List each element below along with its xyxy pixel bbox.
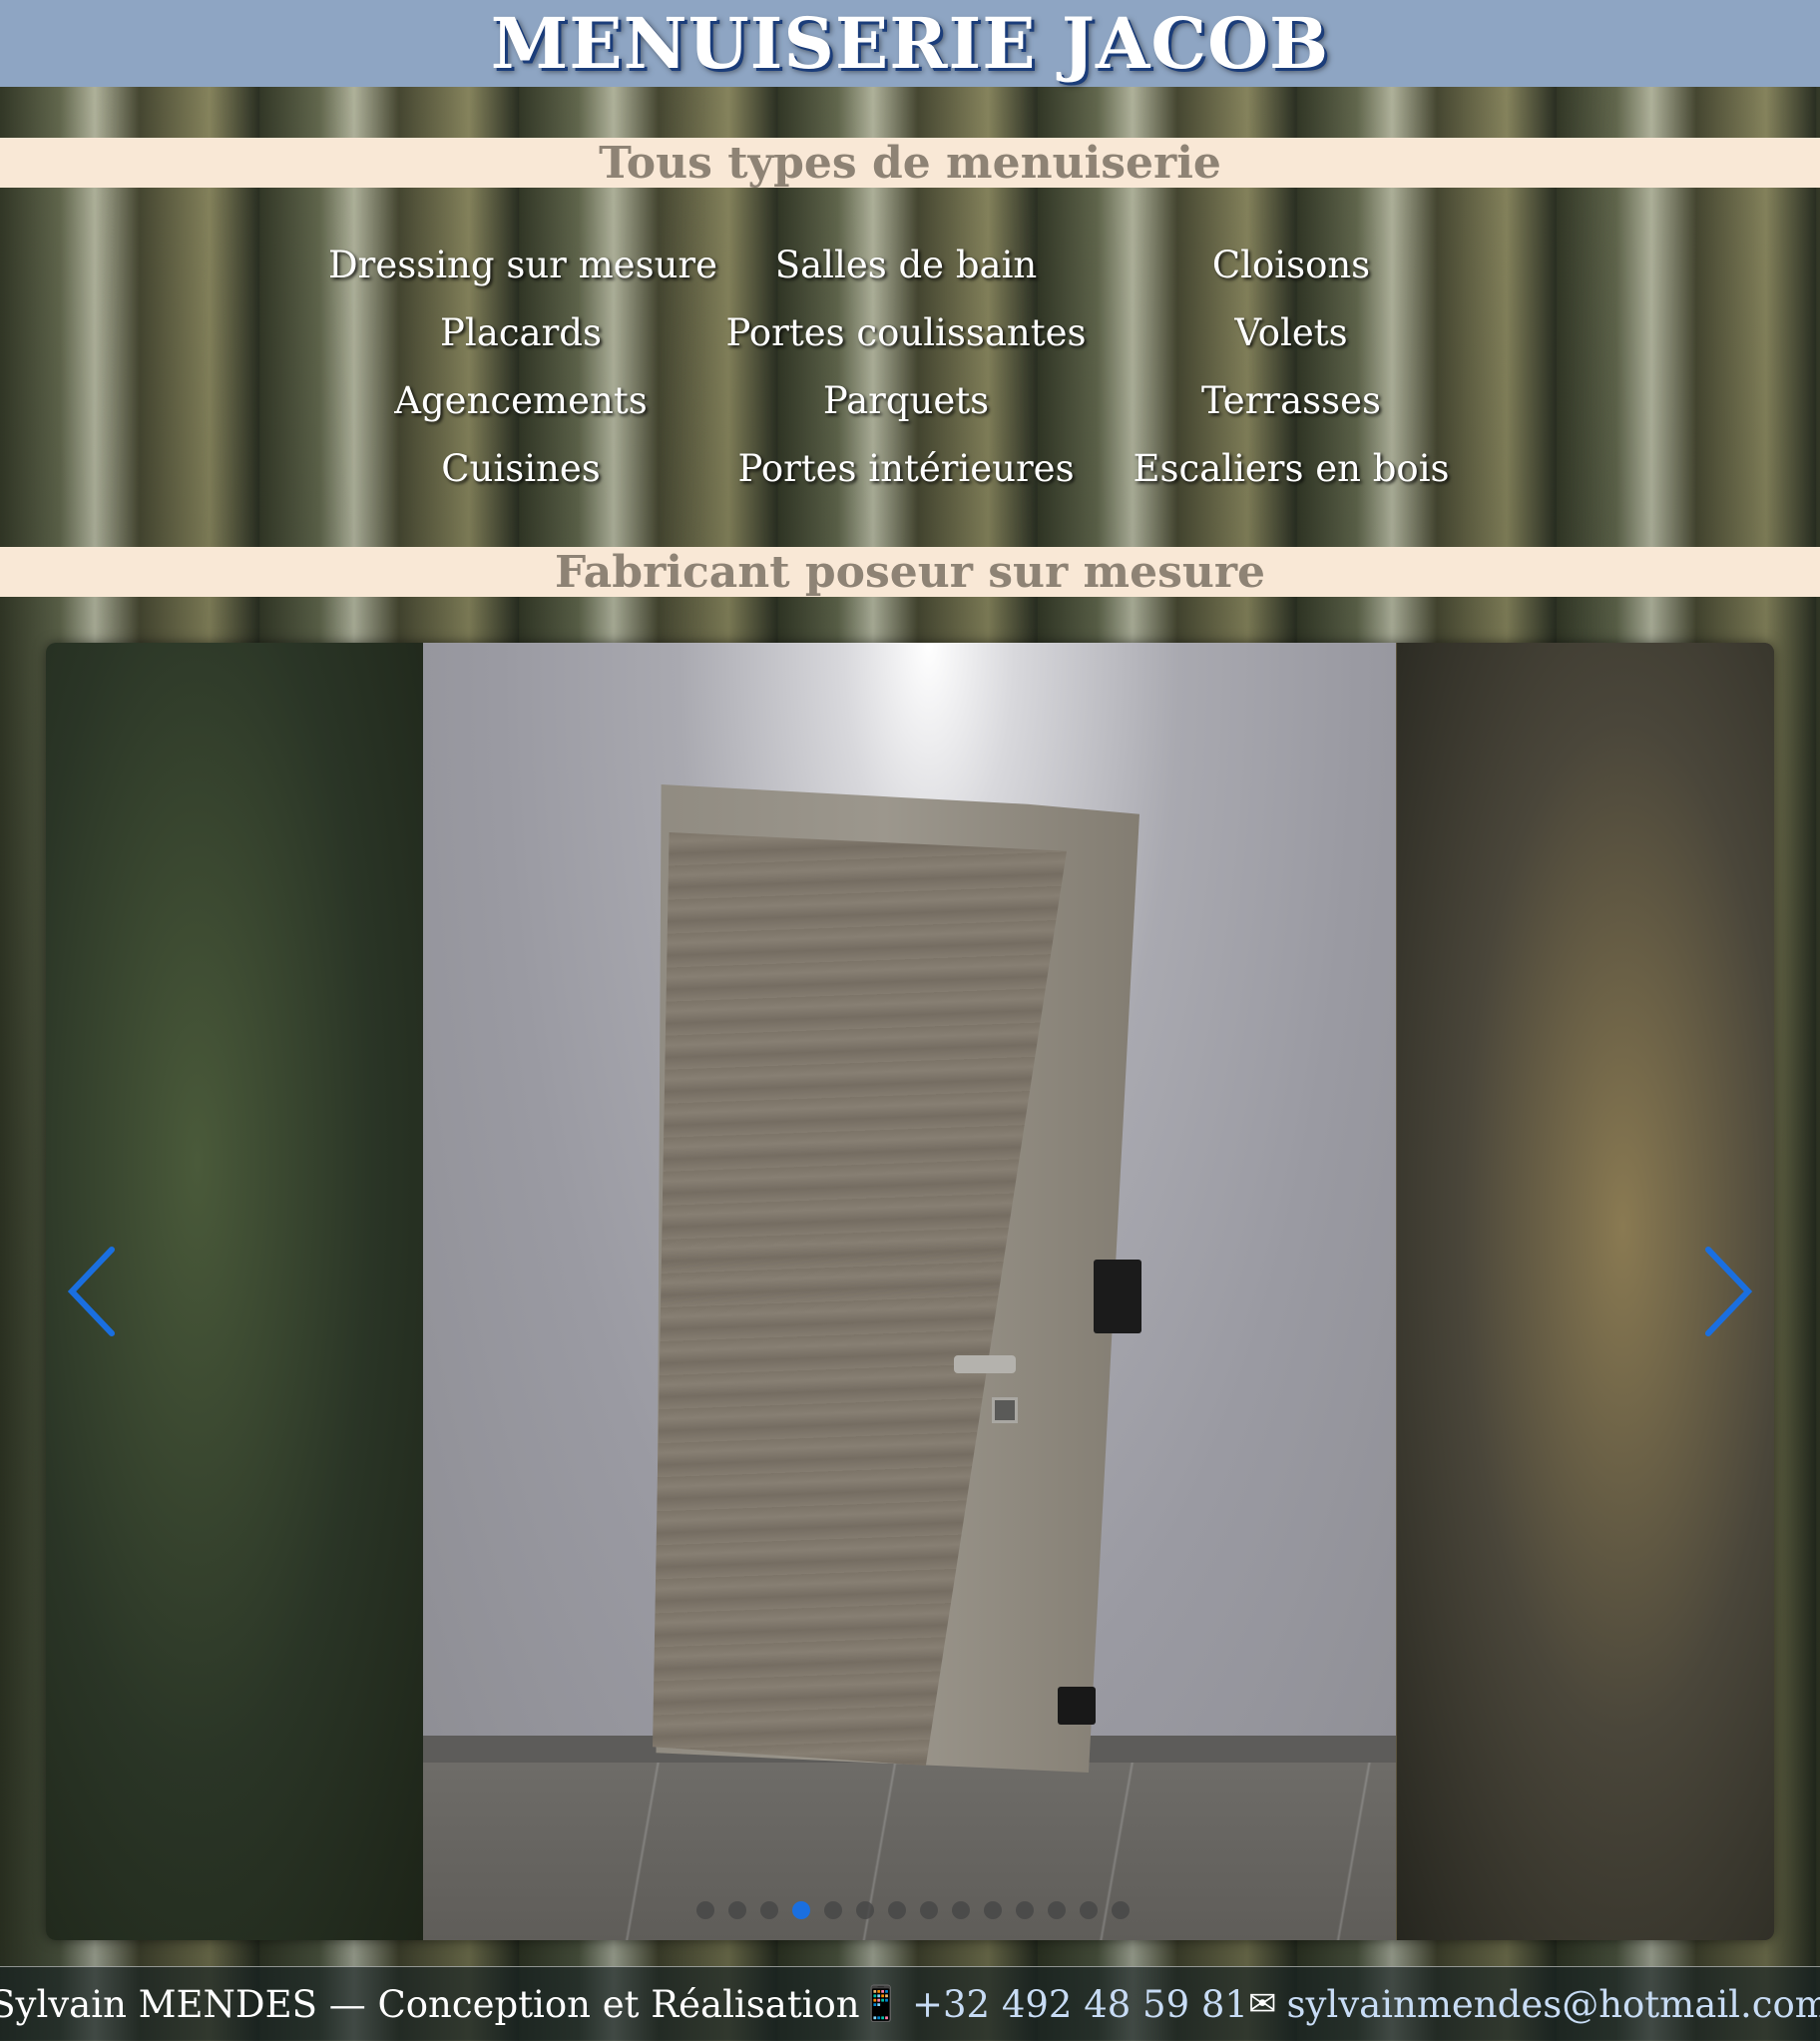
service-link[interactable]: Volets xyxy=(1099,299,1484,367)
carousel-next-button[interactable] xyxy=(1686,1242,1766,1341)
carousel-dot[interactable] xyxy=(920,1901,938,1919)
carousel-dot[interactable] xyxy=(888,1901,906,1919)
carousel-dot[interactable] xyxy=(1016,1901,1034,1919)
carousel-dot[interactable] xyxy=(1080,1901,1098,1919)
carousel-dot[interactable] xyxy=(1112,1901,1130,1919)
service-link[interactable]: Terrasses xyxy=(1099,367,1484,435)
header-bar: MENUISERIE JACOB xyxy=(0,0,1820,87)
carousel-prev-button[interactable] xyxy=(54,1242,134,1341)
carousel-dot[interactable] xyxy=(1048,1901,1066,1919)
mail-icon: ✉ xyxy=(1247,1984,1277,2024)
subtitle-text: Fabricant poseur sur mesure xyxy=(554,546,1266,598)
carousel-dot[interactable] xyxy=(792,1901,810,1919)
phone-icon: 📱 xyxy=(859,1984,902,2024)
carousel-dot[interactable] xyxy=(760,1901,778,1919)
image-carousel xyxy=(46,643,1774,1940)
service-link[interactable]: Agencements xyxy=(328,367,713,435)
carousel-pagination xyxy=(696,1901,1130,1919)
phone-link[interactable]: +32 492 48 59 81 xyxy=(912,1983,1248,2026)
footer: Sylvain MENDES — Conception et Réalisati… xyxy=(0,1966,1820,2041)
service-link[interactable]: Escaliers en bois xyxy=(1099,435,1484,503)
chevron-left-icon xyxy=(67,1247,115,1336)
carousel-dot[interactable] xyxy=(696,1901,714,1919)
door-keyhole xyxy=(992,1397,1018,1423)
service-link[interactable]: Portes intérieures xyxy=(713,435,1099,503)
carousel-dot[interactable] xyxy=(856,1901,874,1919)
service-link[interactable]: Cloisons xyxy=(1099,232,1484,299)
service-link[interactable]: Salles de bain xyxy=(713,232,1099,299)
services-menu: Dressing sur mesure Salles de bain Clois… xyxy=(328,232,1492,503)
service-link[interactable]: Dressing sur mesure xyxy=(328,232,717,299)
wall-socket xyxy=(1058,1687,1096,1725)
service-link[interactable]: Cuisines xyxy=(328,435,713,503)
service-link[interactable]: Portes coulissantes xyxy=(713,299,1099,367)
email-link[interactable]: sylvainmendes@hotmail.com xyxy=(1286,1983,1820,2026)
wall-switch-panel xyxy=(1094,1260,1141,1333)
carousel-slide-image xyxy=(423,643,1396,1940)
footer-credit: Sylvain MENDES — Conception et Réalisati… xyxy=(0,1982,860,2026)
carousel-dot[interactable] xyxy=(984,1901,1002,1919)
chevron-right-icon xyxy=(1705,1247,1753,1336)
carousel-dot[interactable] xyxy=(952,1901,970,1919)
service-link[interactable]: Placards xyxy=(328,299,713,367)
subtitle-band: Fabricant poseur sur mesure xyxy=(0,546,1820,598)
site-title: MENUISERIE JACOB xyxy=(490,2,1330,85)
tagline-text: Tous types de menuiserie xyxy=(599,137,1221,189)
door-handle xyxy=(954,1355,1016,1373)
service-link[interactable]: Parquets xyxy=(713,367,1099,435)
tagline-band: Tous types de menuiserie xyxy=(0,137,1820,189)
carousel-dot[interactable] xyxy=(824,1901,842,1919)
carousel-dot[interactable] xyxy=(728,1901,746,1919)
